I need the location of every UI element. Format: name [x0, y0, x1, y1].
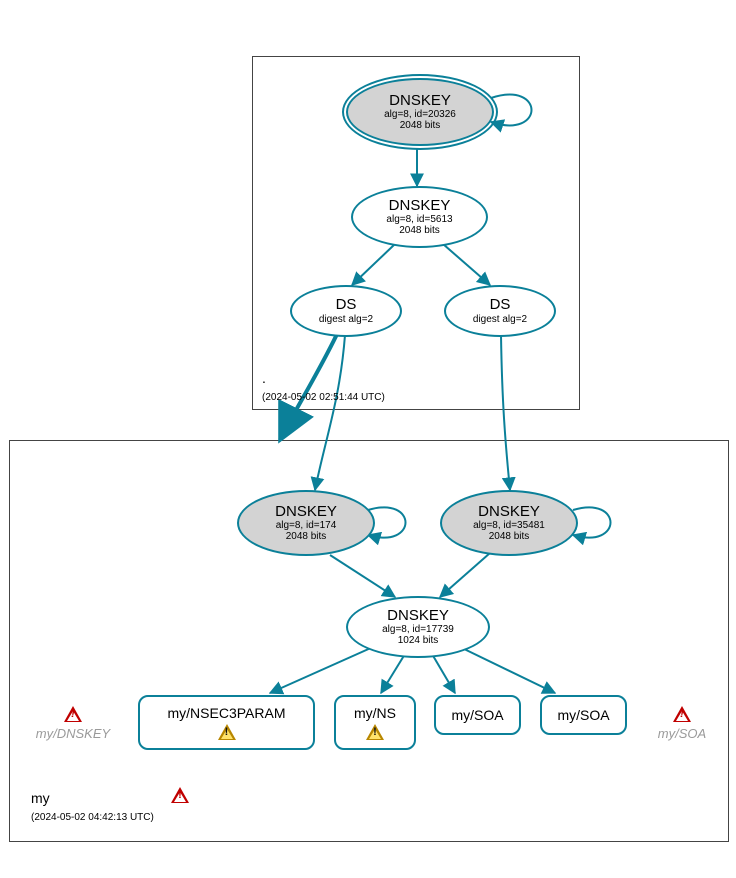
record-label: my/NS [354, 705, 396, 721]
zone-my-label: my (2024-05-02 04:42:13 UTC) [31, 790, 154, 823]
node-ds2: DS digest alg=2 [444, 285, 556, 337]
node-line2: digest alg=2 [473, 314, 527, 325]
record-label: my/NSEC3PARAM [168, 705, 286, 721]
node-line2: alg=8, id=35481 [473, 520, 545, 531]
zone-my-name: my [31, 790, 50, 806]
warning-icon: ! [673, 706, 691, 722]
node-line3: 2048 bits [399, 225, 440, 236]
warning-icon: ! [218, 724, 236, 740]
node-title: DNSKEY [478, 504, 540, 521]
node-my-ksk2: DNSKEY alg=8, id=35481 2048 bits [440, 490, 578, 556]
record-label: my/SOA [451, 707, 503, 723]
node-line2: alg=8, id=20326 [384, 109, 456, 120]
warning-icon: ! [64, 706, 82, 722]
node-my-ksk1: DNSKEY alg=8, id=174 2048 bits [237, 490, 375, 556]
node-line2: alg=8, id=17739 [382, 624, 454, 635]
zone-root-name: . [262, 370, 266, 386]
ghost-label: my/SOA [658, 726, 706, 741]
node-line2: alg=8, id=174 [276, 520, 337, 531]
ghost-label: my/DNSKEY [36, 726, 110, 741]
warning-icon: ! [171, 787, 189, 803]
node-line2: alg=8, id=5613 [386, 214, 452, 225]
record-label: my/SOA [557, 707, 609, 723]
node-title: DNSKEY [389, 93, 451, 110]
node-line3: 2048 bits [400, 120, 441, 131]
node-title: DNSKEY [387, 608, 449, 625]
node-line3: 1024 bits [398, 635, 439, 646]
record-soa-1: my/SOA [434, 695, 521, 735]
node-title: DS [490, 297, 511, 314]
zone-my-timestamp: (2024-05-02 04:42:13 UTC) [31, 812, 154, 823]
ghost-my-dnskey: ! my/DNSKEY [28, 706, 118, 741]
node-title: DS [336, 297, 357, 314]
zone-root-timestamp: (2024-05-02 02:51:44 UTC) [262, 392, 385, 403]
node-title: DNSKEY [389, 198, 451, 215]
node-root-ksk: DNSKEY alg=8, id=20326 2048 bits [346, 78, 494, 146]
warning-icon: ! [366, 724, 384, 740]
node-line3: 2048 bits [489, 531, 530, 542]
node-ds1: DS digest alg=2 [290, 285, 402, 337]
node-line2: digest alg=2 [319, 314, 373, 325]
ghost-my-soa: ! my/SOA [637, 706, 727, 741]
node-my-zsk: DNSKEY alg=8, id=17739 1024 bits [346, 596, 490, 658]
record-nsec3param: my/NSEC3PARAM ! [138, 695, 315, 750]
node-title: DNSKEY [275, 504, 337, 521]
node-root-zsk: DNSKEY alg=8, id=5613 2048 bits [351, 186, 488, 248]
record-soa-2: my/SOA [540, 695, 627, 735]
zone-root-label: . (2024-05-02 02:51:44 UTC) [262, 370, 385, 403]
record-ns: my/NS ! [334, 695, 416, 750]
node-line3: 2048 bits [286, 531, 327, 542]
